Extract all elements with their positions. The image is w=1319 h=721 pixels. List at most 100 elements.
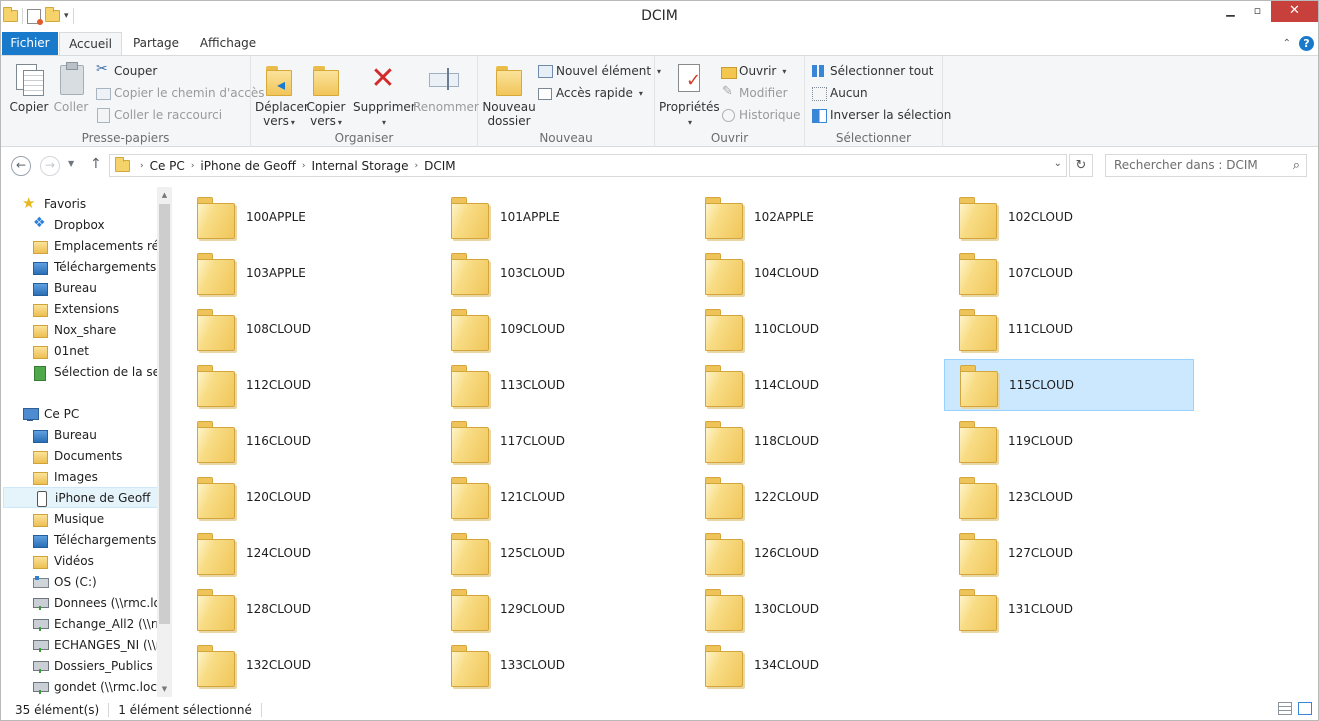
address-dropdown-icon[interactable]: ⌄ — [1054, 158, 1062, 169]
folder-item[interactable]: 121CLOUD — [436, 471, 686, 523]
folder-item[interactable]: 103CLOUD — [436, 247, 686, 299]
new-item-button[interactable]: Nouvel élément ▾ — [538, 61, 661, 81]
quick-access-button[interactable]: Accès rapide ▾ — [538, 83, 643, 103]
nav-item[interactable]: ECHANGES_NI (\\rr — [1, 634, 157, 655]
folder-item[interactable]: 130CLOUD — [690, 583, 940, 635]
forward-button[interactable]: → — [40, 156, 60, 176]
back-button[interactable]: ← — [11, 156, 31, 176]
nav-item[interactable]: Dropbox — [1, 214, 157, 235]
help-icon[interactable]: ? — [1299, 36, 1314, 51]
minimize-ribbon-icon[interactable]: ⌃ — [1283, 38, 1291, 49]
folder-item[interactable]: 127CLOUD — [944, 527, 1194, 579]
nav-item[interactable]: Donnees (\\rmc.loc — [1, 592, 157, 613]
folder-item[interactable]: 115CLOUD — [944, 359, 1194, 411]
breadcrumb-iphone[interactable]: iPhone de Geoff — [200, 159, 295, 173]
breadcrumb-separator-icon[interactable]: › — [302, 161, 306, 171]
folder-item[interactable]: 104CLOUD — [690, 247, 940, 299]
nav-item[interactable]: Emplacements réce — [1, 235, 157, 256]
nav-item[interactable]: Extensions — [1, 298, 157, 319]
nav-pane-scrollbar[interactable]: ▲ ▼ — [157, 187, 172, 697]
copy-to-button[interactable]: Copier vers ▾ — [305, 62, 347, 130]
folder-item[interactable]: 114CLOUD — [690, 359, 940, 411]
folder-item[interactable]: 116CLOUD — [182, 415, 432, 467]
nav-item[interactable]: Nox_share — [1, 319, 157, 340]
folder-item[interactable]: 108CLOUD — [182, 303, 432, 355]
folder-item[interactable]: 102APPLE — [690, 191, 940, 243]
nav-item[interactable]: Echange_All2 (\\rm — [1, 613, 157, 634]
breadcrumb-separator-icon[interactable]: › — [140, 161, 144, 171]
folder-item[interactable]: 117CLOUD — [436, 415, 686, 467]
folder-item[interactable]: 109CLOUD — [436, 303, 686, 355]
tab-home[interactable]: Accueil — [59, 32, 122, 57]
folder-item[interactable]: 113CLOUD — [436, 359, 686, 411]
folder-item[interactable]: 129CLOUD — [436, 583, 686, 635]
nav-item[interactable]: Images — [1, 466, 157, 487]
folder-item[interactable]: 134CLOUD — [690, 639, 940, 691]
tab-share[interactable]: Partage — [125, 32, 187, 56]
details-view-icon[interactable] — [1278, 702, 1292, 715]
scroll-down-icon[interactable]: ▼ — [157, 681, 172, 697]
history-button[interactable]: Historique — [721, 105, 801, 125]
folder-item[interactable]: 122CLOUD — [690, 471, 940, 523]
nav-item[interactable]: Sélection de la sem — [1, 361, 157, 382]
tab-view[interactable]: Affichage — [189, 32, 267, 56]
nav-item[interactable]: OS (C:) — [1, 571, 157, 592]
up-arrow-icon[interactable]: ↑ — [90, 156, 102, 172]
nav-item[interactable]: Vidéos — [1, 550, 157, 571]
breadcrumb-separator-icon[interactable]: › — [191, 161, 195, 171]
nav-item[interactable]: Téléchargements — [1, 256, 157, 277]
nav-item[interactable]: Dossiers_Publics (\\ — [1, 655, 157, 676]
breadcrumb-dcim[interactable]: DCIM — [424, 159, 456, 173]
folder-item[interactable]: 125CLOUD — [436, 527, 686, 579]
open-button[interactable]: Ouvrir ▾ — [721, 61, 786, 81]
nav-item[interactable]: iPhone de Geoff — [3, 487, 159, 508]
folder-item[interactable]: 123CLOUD — [944, 471, 1194, 523]
folder-item[interactable]: 126CLOUD — [690, 527, 940, 579]
breadcrumb-internal-storage[interactable]: Internal Storage — [311, 159, 408, 173]
select-all-button[interactable]: Sélectionner tout — [812, 61, 933, 81]
rename-button[interactable]: Renommer — [413, 62, 479, 114]
recent-locations-icon[interactable]: ▼ — [68, 159, 74, 168]
scrollbar-thumb[interactable] — [159, 204, 170, 624]
edit-button[interactable]: Modifier — [721, 83, 788, 103]
copy-button[interactable]: Copier — [9, 62, 49, 114]
nav-item[interactable]: 01net — [1, 340, 157, 361]
nav-item[interactable]: Musique — [1, 508, 157, 529]
nav-item[interactable]: Documents — [1, 445, 157, 466]
refresh-button[interactable]: ↻ — [1069, 154, 1093, 177]
minimize-button[interactable]: ▁ — [1217, 1, 1244, 22]
folder-item[interactable]: 100APPLE — [182, 191, 432, 243]
search-input[interactable]: Rechercher dans : DCIM ⌕ — [1105, 154, 1307, 177]
folder-item[interactable]: 111CLOUD — [944, 303, 1194, 355]
select-none-button[interactable]: Aucun — [812, 83, 868, 103]
folder-item[interactable]: 120CLOUD — [182, 471, 432, 523]
new-folder-button[interactable]: Nouveau dossier — [482, 62, 536, 128]
folder-item[interactable]: 118CLOUD — [690, 415, 940, 467]
cut-button[interactable]: Couper — [96, 61, 157, 81]
nav-item[interactable]: Bureau — [1, 424, 157, 445]
folder-item[interactable]: 102CLOUD — [944, 191, 1194, 243]
paste-button[interactable]: Coller — [51, 62, 91, 114]
tab-file[interactable]: Fichier — [2, 32, 58, 56]
folder-item[interactable]: 133CLOUD — [436, 639, 686, 691]
folder-item[interactable]: 103APPLE — [182, 247, 432, 299]
folder-item[interactable]: 101APPLE — [436, 191, 686, 243]
scroll-up-icon[interactable]: ▲ — [157, 187, 172, 203]
maximize-button[interactable]: ▫ — [1244, 1, 1271, 22]
delete-button[interactable]: ✕ Supprimer ▾ — [353, 62, 416, 130]
move-to-button[interactable]: ◂ Déplacer vers ▾ — [255, 62, 309, 130]
nav-item[interactable]: gondet (\\rmc.loca — [1, 676, 157, 697]
large-icons-view-icon[interactable] — [1298, 702, 1312, 715]
folder-item[interactable]: 110CLOUD — [690, 303, 940, 355]
nav-item[interactable]: Téléchargements — [1, 529, 157, 550]
folder-item[interactable]: 132CLOUD — [182, 639, 432, 691]
folder-item[interactable]: 107CLOUD — [944, 247, 1194, 299]
folder-item[interactable]: 112CLOUD — [182, 359, 432, 411]
folder-item[interactable]: 128CLOUD — [182, 583, 432, 635]
breadcrumb-separator-icon[interactable]: › — [414, 161, 418, 171]
folder-item[interactable]: 131CLOUD — [944, 583, 1194, 635]
folder-item[interactable]: 119CLOUD — [944, 415, 1194, 467]
nav-item[interactable]: Bureau — [1, 277, 157, 298]
copy-path-button[interactable]: Copier le chemin d'accès — [96, 83, 264, 103]
nav-item[interactable]: Ce PC — [1, 403, 157, 424]
